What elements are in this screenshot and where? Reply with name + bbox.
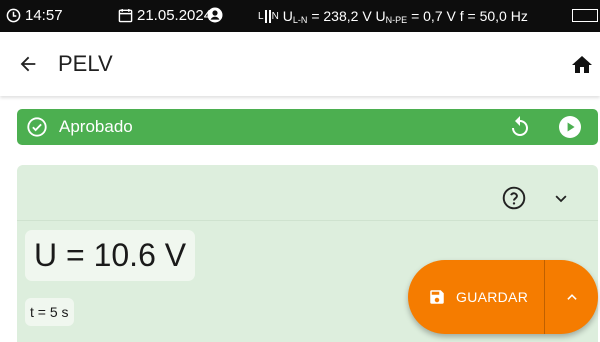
- result-banner: Aprobado: [17, 109, 598, 145]
- chevron-up-icon: [567, 294, 577, 300]
- calendar-icon: [118, 8, 133, 23]
- phase-indicator: LN: [258, 10, 279, 23]
- status-date: 21.05.2024: [118, 7, 212, 24]
- battery-icon: [572, 9, 598, 22]
- help-button[interactable]: [501, 185, 527, 211]
- clock-icon: [6, 8, 21, 23]
- status-date-text: 21.05.2024: [137, 7, 213, 24]
- play-icon: [559, 116, 581, 138]
- home-button[interactable]: [570, 53, 594, 77]
- save-fab: GUARDAR: [408, 260, 598, 334]
- card-divider: [17, 220, 598, 221]
- back-button[interactable]: [14, 50, 42, 78]
- app-bar: PELV: [0, 32, 600, 96]
- repeat-icon: [512, 116, 528, 136]
- help-icon: [502, 186, 526, 210]
- status-time: 14:57: [6, 7, 63, 24]
- arrow-back-icon: [20, 56, 36, 72]
- voltage-npe-readout: UN-PE = 0,7 V f = 50,0 Hz: [375, 8, 528, 25]
- play-button[interactable]: [558, 115, 582, 139]
- status-time-text: 14:57: [25, 7, 63, 24]
- voltage-ln-readout: UL-N = 238,2 V: [282, 8, 376, 25]
- chevron-down-icon: [555, 195, 567, 203]
- fab-menu-button[interactable]: [545, 260, 598, 334]
- sub-result: t = 5 s: [25, 298, 74, 326]
- status-bar: 14:57 21.05.2024 LN UL-N = 238,2 V UN-PE…: [0, 0, 600, 32]
- main-result: U = 10.6 V: [25, 230, 196, 281]
- status-measurements: LN UL-N = 238,2 V UN-PE = 0,7 V f = 50,0…: [258, 8, 528, 25]
- check-circle-icon: [27, 117, 47, 137]
- save-icon: [430, 290, 444, 304]
- user-icon: [207, 7, 223, 27]
- expand-button[interactable]: [550, 187, 572, 209]
- page-title: PELV: [58, 51, 113, 76]
- save-button-label: GUARDAR: [456, 289, 529, 305]
- result-status: Aprobado: [59, 117, 133, 136]
- repeat-button[interactable]: [508, 115, 532, 139]
- home-icon: [572, 56, 592, 73]
- save-button[interactable]: GUARDAR: [408, 260, 546, 334]
